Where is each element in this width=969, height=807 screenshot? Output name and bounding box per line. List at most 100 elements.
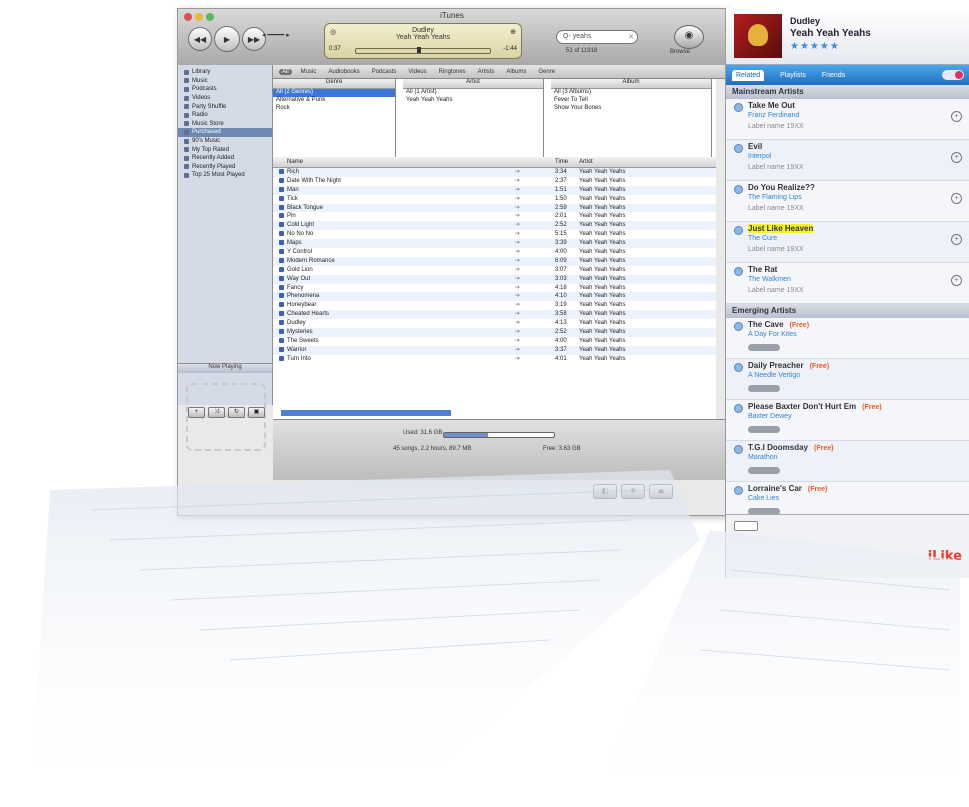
track-row[interactable]: Fancy ➔ 4:18 Yeah Yeah Yeahs <box>273 284 716 293</box>
add-icon[interactable]: + <box>951 234 962 245</box>
store-link-arrow-icon[interactable]: ➔ <box>515 284 520 291</box>
footer-button[interactable] <box>734 521 758 531</box>
emerging-artist[interactable]: Marathon <box>748 454 778 461</box>
recommended-track[interactable]: Evil <box>748 142 762 151</box>
artwork-toggle-button[interactable]: ▣ <box>248 407 265 418</box>
track-checkbox[interactable] <box>279 169 284 174</box>
emerging-item[interactable]: Please Baxter Don't Hurt Em (Free) Baxter … <box>726 400 969 441</box>
emerging-item[interactable]: T.G.I Doomsday (Free) Marathon <box>726 441 969 482</box>
play-preview-icon[interactable] <box>734 267 743 276</box>
store-link-arrow-icon[interactable]: ➔ <box>515 355 520 362</box>
sync-button[interactable]: ◧ <box>593 484 617 499</box>
emerging-artist[interactable]: Baxter Dewey <box>748 413 792 420</box>
add-icon[interactable]: + <box>951 111 962 122</box>
download-button[interactable] <box>748 426 780 433</box>
genre-row[interactable]: Alternative & Punk <box>273 97 395 105</box>
artist-column-header[interactable]: Artist <box>579 159 593 165</box>
track-checkbox[interactable] <box>279 249 284 255</box>
eject-button[interactable]: ⏏ <box>649 484 673 499</box>
track-checkbox[interactable] <box>279 222 284 228</box>
filter-podcasts[interactable]: Podcasts <box>369 69 400 75</box>
track-row[interactable]: Y Control ➔ 4:00 Yeah Yeah Yeahs <box>273 248 716 257</box>
genre-column-header[interactable]: Genre <box>273 79 395 89</box>
track-row[interactable]: Cheated Hearts ➔ 3:58 Yeah Yeah Yeahs <box>273 310 716 320</box>
track-checkbox[interactable] <box>279 231 284 237</box>
store-link-arrow-icon[interactable]: ➔ <box>515 168 520 175</box>
track-checkbox[interactable] <box>279 302 284 308</box>
tab-friends[interactable]: Friends <box>822 72 845 79</box>
album-column-header[interactable]: Album <box>551 79 711 89</box>
progress-knob[interactable] <box>417 47 421 53</box>
sidebar-item-library[interactable]: Library <box>178 68 272 77</box>
download-button[interactable] <box>748 467 780 474</box>
recommended-track[interactable]: Just Like Heaven <box>748 224 814 233</box>
time-column-header[interactable]: Time <box>555 159 568 165</box>
store-link-arrow-icon[interactable]: ➔ <box>515 337 520 344</box>
filter-genre[interactable]: Genre <box>535 69 558 75</box>
track-row[interactable]: Mysteries ➔ 2:52 Yeah Yeah Yeahs <box>273 328 716 337</box>
repeat-button[interactable]: ↻ <box>228 407 245 418</box>
emerging-artist[interactable]: Cake Lies <box>748 495 779 502</box>
track-row[interactable]: Dudley ➔ 4:13 Yeah Yeah Yeahs <box>273 319 716 328</box>
album-row[interactable]: All (3 Albums) <box>551 89 711 97</box>
panel-toggle[interactable] <box>942 70 964 80</box>
track-checkbox[interactable] <box>279 284 284 290</box>
play-preview-icon[interactable] <box>734 404 743 413</box>
filter-all[interactable]: All <box>279 68 292 75</box>
filter-audiobooks[interactable]: Audiobooks <box>325 69 362 75</box>
sidebar-item-party-shuffle[interactable]: Party Shuffle <box>178 102 272 111</box>
emerging-artist[interactable]: A Needle Vertigo <box>748 372 800 379</box>
progress-bar[interactable] <box>355 48 491 54</box>
horizontal-scrollbar[interactable] <box>281 410 451 416</box>
track-checkbox[interactable] <box>279 346 284 352</box>
recommended-artist[interactable]: Interpol <box>748 153 771 160</box>
artist-row[interactable]: Yeah Yeah Yeahs <box>403 97 543 105</box>
store-link-arrow-icon[interactable]: ➔ <box>515 221 520 228</box>
sidebar-item-90s-music[interactable]: 90's Music <box>178 137 272 146</box>
add-playlist-button[interactable]: + <box>188 407 205 418</box>
play-preview-icon[interactable] <box>734 103 743 112</box>
sidebar-item-podcasts[interactable]: Podcasts <box>178 85 272 94</box>
store-link-arrow-icon[interactable]: ➔ <box>515 186 520 193</box>
add-icon[interactable]: + <box>951 152 962 163</box>
visualizer-button[interactable]: ✺ <box>621 484 645 499</box>
recommendation-item[interactable]: Just Like Heaven The Cure Label name 19XX + <box>726 222 969 263</box>
track-checkbox[interactable] <box>279 257 284 263</box>
recommendation-item[interactable]: The Rat The Walkmen Label name 19XX + <box>726 263 969 304</box>
track-checkbox[interactable] <box>279 204 284 210</box>
sidebar-item-music[interactable]: Music <box>178 77 272 86</box>
recommended-artist[interactable]: Franz Ferdinand <box>748 112 799 119</box>
play-preview-icon[interactable] <box>734 185 743 194</box>
sidebar-item-recently-added[interactable]: Recently Added <box>178 154 272 163</box>
track-row[interactable]: Honeybear ➔ 3:19 Yeah Yeah Yeahs <box>273 301 716 310</box>
recommendation-item[interactable]: Evil Interpol Label name 19XX + <box>726 140 969 181</box>
recommended-artist[interactable]: The Walkmen <box>748 276 791 283</box>
play-button[interactable]: ▶ <box>214 26 240 52</box>
browse-button[interactable]: ◉ <box>674 25 704 49</box>
track-checkbox[interactable] <box>279 275 284 281</box>
track-checkbox[interactable] <box>279 177 284 183</box>
emerging-item[interactable]: Daily Preacher (Free) A Needle Vertigo <box>726 359 969 400</box>
emerging-track[interactable]: Lorraine's Car (Free) <box>748 484 827 493</box>
play-preview-icon[interactable] <box>734 144 743 153</box>
recommended-track[interactable]: The Rat <box>748 265 777 274</box>
emerging-track[interactable]: T.G.I Doomsday (Free) <box>748 443 833 452</box>
shuffle-button[interactable]: ⤨ <box>208 407 225 418</box>
store-link-arrow-icon[interactable]: ➔ <box>515 319 520 326</box>
track-row[interactable]: The Sweets ➔ 4:00 Yeah Yeah Yeahs <box>273 337 716 346</box>
play-preview-icon[interactable] <box>734 226 743 235</box>
album-row[interactable]: Show Your Bones <box>551 105 711 113</box>
previous-button[interactable]: ◀◀ <box>188 27 212 51</box>
track-row[interactable]: Warrior ➔ 3:37 Yeah Yeah Yeahs <box>273 345 716 355</box>
sidebar-item-top-25[interactable]: Top 25 Most Played <box>178 171 272 180</box>
store-link-arrow-icon[interactable]: ➔ <box>515 257 520 264</box>
filter-music[interactable]: Music <box>298 69 320 75</box>
search-input[interactable]: Q- yeahs ✕ <box>556 30 638 44</box>
filter-videos[interactable]: Videos <box>405 69 429 75</box>
genre-row[interactable]: All (2 Genres) <box>273 89 395 97</box>
store-link-arrow-icon[interactable]: ➔ <box>515 230 520 237</box>
track-checkbox[interactable] <box>279 195 284 201</box>
name-column-header[interactable]: Name <box>287 159 303 165</box>
track-checkbox[interactable] <box>279 186 284 192</box>
filter-albums[interactable]: Albums <box>503 69 529 75</box>
